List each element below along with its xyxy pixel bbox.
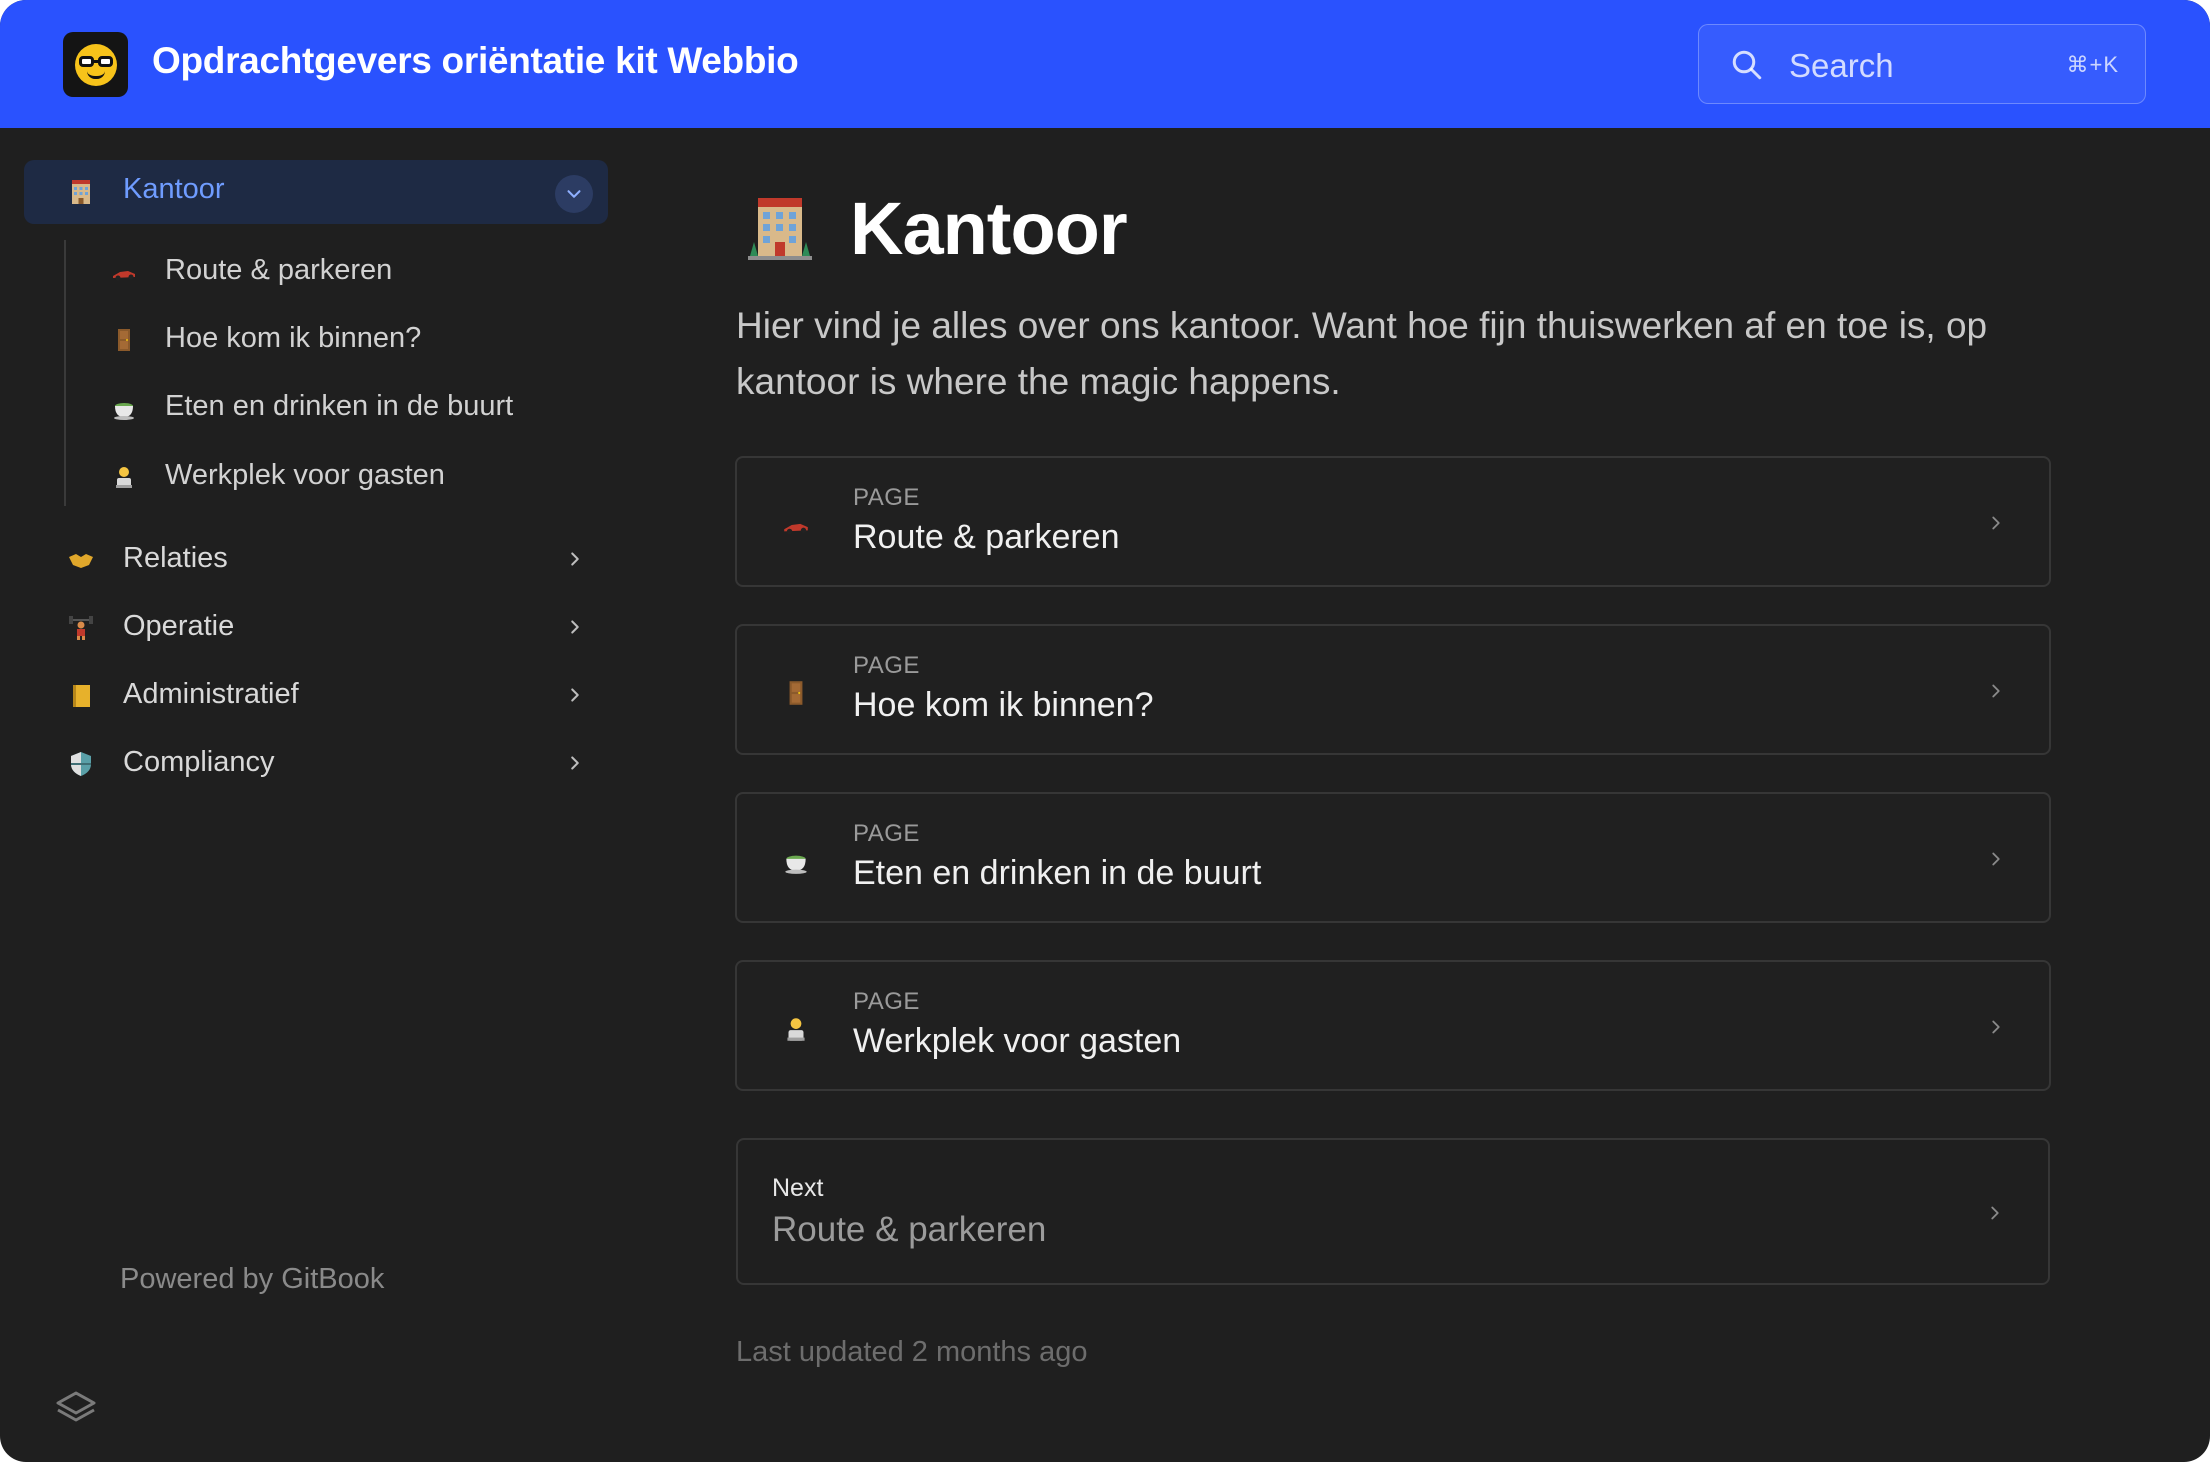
chevron-right-icon <box>1991 1206 1999 1220</box>
nerd-face-icon <box>74 43 117 86</box>
sidebar-item-relaties[interactable]: Relaties <box>123 542 228 575</box>
tree-line <box>64 240 66 506</box>
person-at-computer-icon <box>116 467 132 488</box>
handshake-icon <box>69 554 93 568</box>
site-title[interactable]: Opdrachtgevers oriëntatie kit Webbio <box>152 40 799 82</box>
race-car-icon <box>113 271 135 281</box>
card-kicker: PAGE <box>853 988 920 1015</box>
card-kicker: PAGE <box>853 820 920 847</box>
chevron-down-icon <box>567 190 581 198</box>
card-title: Werkplek voor gasten <box>853 1022 1182 1060</box>
chevron-right-icon <box>1992 684 2000 698</box>
sidebar: Kantoor Route & parkeren Hoe kom ik binn… <box>0 128 640 1462</box>
chevron-right-icon <box>1992 852 2000 866</box>
shield-icon <box>71 752 91 776</box>
tea-cup-icon <box>785 855 807 874</box>
sidebar-subitem-binnen[interactable]: Hoe kom ik binnen? <box>165 322 421 355</box>
sidebar-item-label: Kantoor <box>123 173 225 205</box>
page-card-werkplek[interactable]: PAGE Werkplek voor gasten <box>735 960 2051 1091</box>
next-kicker: Next <box>772 1174 824 1202</box>
ledger-icon <box>73 685 90 707</box>
card-kicker: PAGE <box>853 652 920 679</box>
sidebar-item-administratief[interactable]: Administratief <box>123 678 299 711</box>
search-icon <box>1732 50 1762 80</box>
hotel-icon <box>72 180 90 204</box>
page-card-binnen[interactable]: PAGE Hoe kom ik binnen? <box>735 624 2051 755</box>
weightlifter-icon <box>69 616 93 640</box>
race-car-icon <box>784 523 808 535</box>
chevron-right-icon[interactable] <box>564 752 586 774</box>
card-title: Hoe kom ik binnen? <box>853 686 1154 724</box>
site-logo[interactable] <box>63 32 128 97</box>
person-at-computer-icon <box>787 1018 805 1041</box>
page-card-eten[interactable]: PAGE Eten en drinken in de buurt <box>735 792 2051 923</box>
search-placeholder: Search <box>1789 47 1894 84</box>
sidebar-item-operatie[interactable]: Operatie <box>123 610 234 643</box>
chevron-right-icon[interactable] <box>564 684 586 706</box>
card-title: Route & parkeren <box>853 518 1120 556</box>
powered-by-link[interactable]: Powered by GitBook <box>120 1263 384 1296</box>
card-title: Eten en drinken in de buurt <box>853 854 1262 892</box>
app-window: Opdrachtgevers oriëntatie kit Webbio Sea… <box>0 0 2210 1462</box>
sidebar-subitem-werkplek[interactable]: Werkplek voor gasten <box>165 459 445 492</box>
sidebar-item-kantoor[interactable] <box>24 160 608 224</box>
door-icon <box>789 681 803 705</box>
gitbook-logo-icon <box>56 1391 96 1422</box>
page-description: Hier vind je alles over ons kantoor. Wan… <box>736 305 1988 402</box>
next-page-link[interactable]: Next Route & parkeren <box>736 1138 2050 1285</box>
collapse-toggle[interactable] <box>555 175 593 213</box>
last-updated: Last updated 2 months ago <box>736 1336 1088 1368</box>
sidebar-item-compliancy[interactable]: Compliancy <box>123 746 275 779</box>
chevron-right-icon[interactable] <box>564 548 586 570</box>
sidebar-subitem-eten[interactable]: Eten en drinken in de buurt <box>165 390 513 423</box>
hotel-icon <box>748 198 812 260</box>
card-kicker: PAGE <box>853 484 920 511</box>
page-card-route[interactable]: PAGE Route & parkeren <box>735 456 2051 587</box>
page-title: Kantoor <box>850 187 1128 270</box>
next-title: Route & parkeren <box>772 1210 1047 1249</box>
door-icon <box>118 329 130 351</box>
sidebar-subitem-route[interactable]: Route & parkeren <box>165 254 392 287</box>
chevron-right-icon <box>1992 1020 2000 1034</box>
chevron-right-icon[interactable] <box>564 616 586 638</box>
chevron-right-icon <box>1992 516 2000 530</box>
tea-cup-icon <box>114 403 134 420</box>
search-shortcut: ⌘+K <box>2066 52 2119 77</box>
top-header: Opdrachtgevers oriëntatie kit Webbio Sea… <box>0 0 2210 128</box>
search-input[interactable]: Search ⌘+K <box>1698 24 2146 104</box>
